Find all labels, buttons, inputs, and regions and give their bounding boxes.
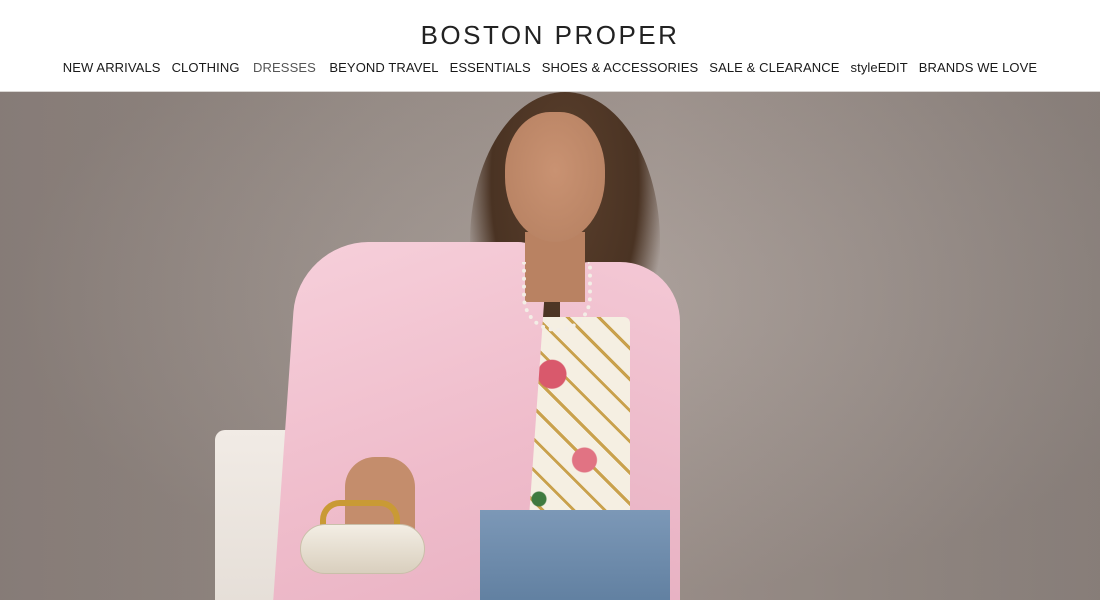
blue-jeans bbox=[480, 510, 670, 600]
nav-sale-clearance[interactable]: SALE & CLEARANCE bbox=[704, 60, 845, 75]
nav-brands-we-love[interactable]: BRANDS WE LOVE bbox=[913, 60, 1042, 75]
nav-dresses[interactable]: DRESSES bbox=[245, 60, 324, 75]
nav-new-arrivals[interactable]: NEW ARRIVALS bbox=[57, 60, 166, 75]
pearl-clutch-bag bbox=[300, 524, 425, 574]
nav-styleedit[interactable]: styleEDIT bbox=[845, 60, 913, 75]
hero-banner-image[interactable] bbox=[0, 92, 1100, 600]
brand-logo[interactable]: BOSTON PROPER bbox=[0, 20, 1100, 51]
main-navigation: NEW ARRIVALS CLOTHING DRESSES BEYOND TRA… bbox=[0, 60, 1100, 75]
nav-clothing[interactable]: CLOTHING bbox=[166, 60, 245, 75]
nav-shoes-accessories[interactable]: SHOES & ACCESSORIES bbox=[536, 60, 704, 75]
site-header: BOSTON PROPER NEW ARRIVALS CLOTHING DRES… bbox=[0, 0, 1100, 92]
nav-essentials[interactable]: ESSENTIALS bbox=[444, 60, 536, 75]
pearl-necklace bbox=[522, 262, 592, 332]
nav-beyond-travel[interactable]: BEYOND TRAVEL bbox=[324, 60, 444, 75]
model-face bbox=[505, 112, 605, 242]
